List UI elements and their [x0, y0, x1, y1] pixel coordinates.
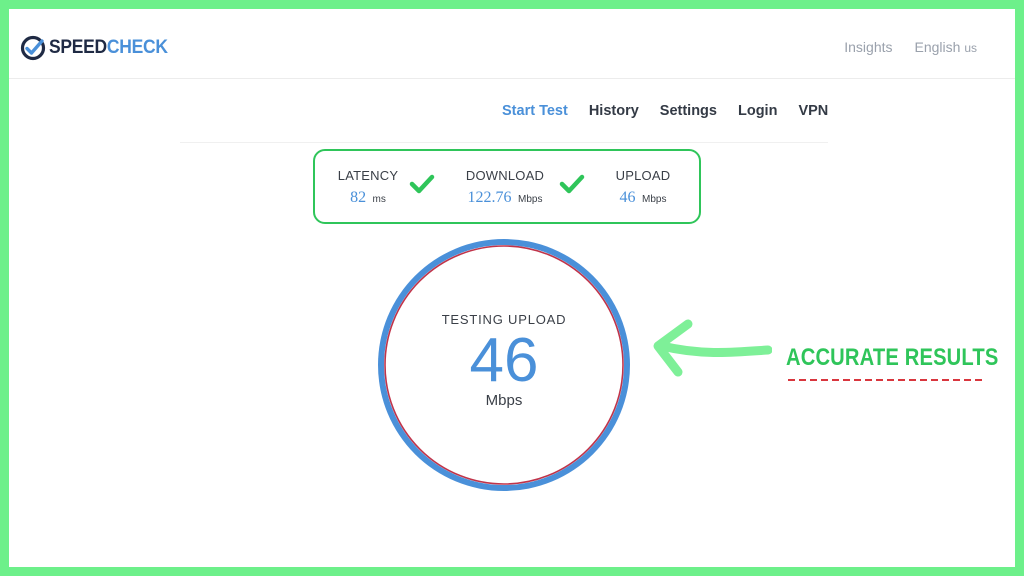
download-label: DOWNLOAD	[465, 168, 545, 183]
arrow-left-icon	[653, 319, 772, 377]
logo-check: CHECK	[106, 37, 168, 58]
nav-login[interactable]: Login	[738, 103, 777, 119]
site-header: SPEEDCHECK Insights English us	[9, 9, 1015, 79]
annotation-underline	[788, 379, 984, 381]
upload-metric: UPLOAD 46 Mbps	[608, 168, 678, 207]
main-nav: Start Test History Settings Login VPN	[502, 103, 828, 119]
gauge-unit: Mbps	[485, 392, 523, 409]
speedcheck-logo-icon	[20, 35, 46, 61]
latency-value: 82	[350, 189, 367, 206]
top-links: Insights English us	[844, 39, 977, 55]
language-selector[interactable]: English us	[915, 39, 978, 55]
nav-settings[interactable]: Settings	[660, 103, 717, 119]
upload-value-row: 46 Mbps	[608, 189, 678, 207]
upload-value: 46	[619, 189, 636, 206]
checkmark-icon	[409, 174, 435, 194]
nav-history[interactable]: History	[589, 103, 639, 119]
latency-label: LATENCY	[337, 168, 399, 183]
latency-unit: ms	[372, 194, 386, 205]
nav-divider	[180, 142, 828, 143]
nav-start-test[interactable]: Start Test	[502, 103, 568, 119]
download-metric: DOWNLOAD 122.76 Mbps	[463, 168, 547, 207]
language-region: us	[964, 41, 977, 55]
latency-value-row: 82 ms	[337, 189, 399, 207]
upload-label: UPLOAD	[615, 168, 671, 183]
insights-link[interactable]: Insights	[844, 39, 892, 55]
gauge-readout: TESTING UPLOAD 46 Mbps	[374, 312, 634, 409]
checkmark-icon	[559, 174, 585, 194]
download-value-row: 122.76 Mbps	[463, 189, 547, 207]
annotation-text: ACCURATE RESULTS	[786, 344, 999, 371]
speedcheck-logo[interactable]: SPEEDCHECK	[20, 35, 178, 61]
download-value: 122.76	[467, 189, 512, 206]
language-name: English	[914, 39, 961, 55]
logo-wordmark: SPEEDCHECK	[49, 37, 168, 59]
logo-speed: SPEED	[49, 37, 107, 58]
upload-unit: Mbps	[642, 194, 667, 205]
nav-vpn[interactable]: VPN	[798, 103, 828, 119]
gauge-value: 46	[469, 326, 539, 395]
download-unit: Mbps	[518, 194, 543, 205]
latency-metric: LATENCY 82 ms	[337, 168, 399, 207]
gauge-label: TESTING UPLOAD	[441, 312, 567, 327]
results-summary: LATENCY 82 ms DOWNLOAD 122.76 Mbps UPLOA…	[313, 149, 701, 224]
